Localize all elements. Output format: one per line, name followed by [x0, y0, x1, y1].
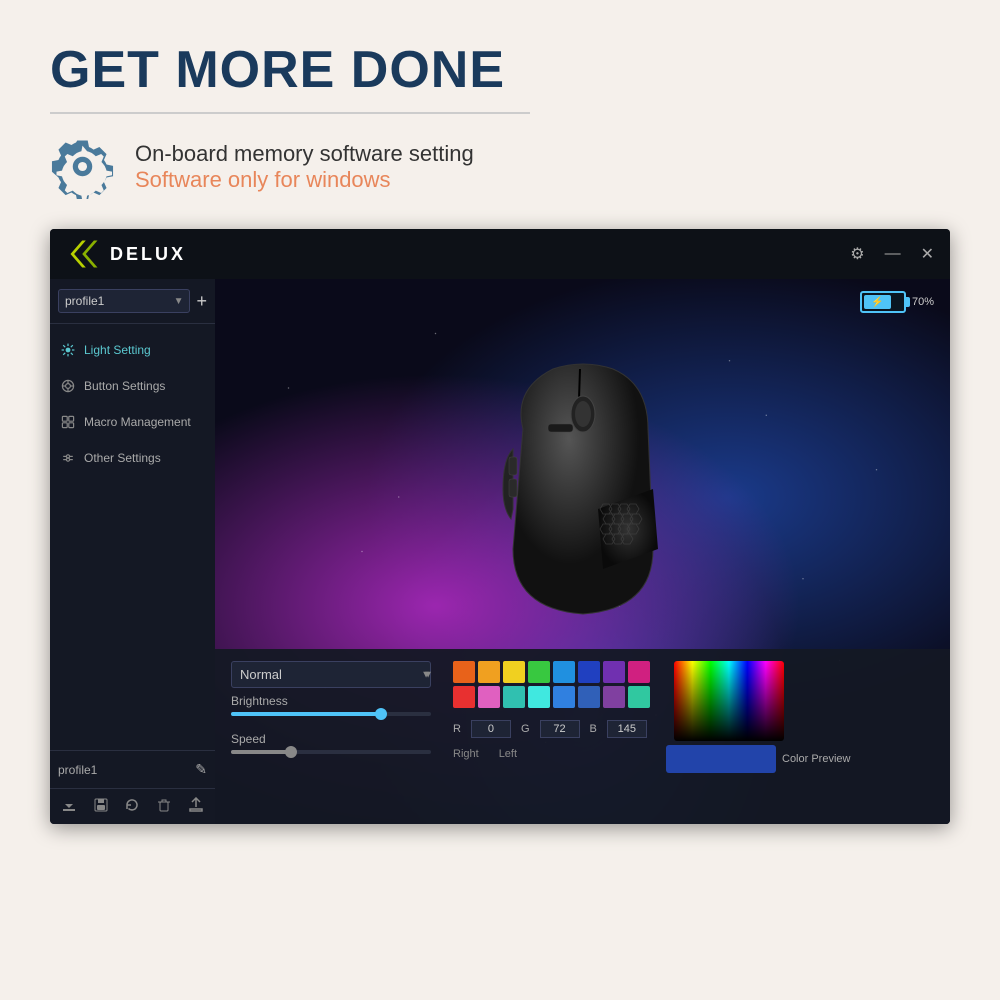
color-swatch-6[interactable]	[603, 661, 625, 683]
logo-text: DELUX	[110, 244, 186, 265]
color-preview-label: Color Preview	[782, 753, 850, 765]
close-button[interactable]: ✕	[921, 244, 934, 264]
brightness-fill	[231, 712, 381, 716]
lr-labels: Right Left	[453, 748, 650, 760]
mouse-svg	[493, 349, 673, 629]
color-swatch-13[interactable]	[578, 686, 600, 708]
sidebar-menu: Light Setting Button Settings	[50, 324, 215, 750]
battery-indicator: ⚡ 70%	[860, 291, 934, 313]
color-picker[interactable]	[674, 661, 784, 741]
sidebar-profile-name: profile1	[58, 763, 189, 777]
settings-button[interactable]: ⚙	[850, 244, 864, 264]
color-swatch-5[interactable]	[578, 661, 600, 683]
sidebar-item-button[interactable]: Button Settings	[50, 368, 215, 404]
panel-main-row: Normal Breathing Rainbow Static Off ▼ Br…	[231, 661, 934, 773]
sidebar-label-button: Button Settings	[84, 379, 165, 393]
sidebar-item-light[interactable]: Light Setting	[50, 332, 215, 368]
b-input[interactable]	[607, 720, 647, 738]
color-swatch-3[interactable]	[528, 661, 550, 683]
brightness-control: Brightness	[231, 694, 441, 726]
profile-selector: profile1 ▼ +	[50, 279, 215, 324]
button-icon	[60, 378, 76, 394]
color-swatch-0[interactable]	[453, 661, 475, 683]
speed-label: Speed	[231, 732, 441, 746]
color-swatch-4[interactable]	[553, 661, 575, 683]
speed-track[interactable]	[231, 750, 431, 754]
feature-row: On-board memory software setting Softwar…	[50, 134, 950, 199]
rgb-inputs: R G B	[453, 720, 650, 738]
toolbar-btn-export[interactable]	[188, 797, 204, 816]
window-controls: ⚙ — ✕	[850, 244, 934, 264]
profile-add-button[interactable]: +	[196, 291, 207, 312]
window-header: DELUX ⚙ — ✕	[50, 229, 950, 279]
brightness-label: Brightness	[231, 694, 441, 708]
color-swatch-12[interactable]	[553, 686, 575, 708]
mode-select[interactable]: Normal Breathing Rainbow Static Off	[231, 661, 431, 688]
color-swatch-14[interactable]	[603, 686, 625, 708]
feature-main-text: On-board memory software setting	[135, 141, 474, 167]
r-label: R	[453, 723, 461, 735]
brightness-track[interactable]	[231, 712, 431, 716]
delux-logo-icon	[66, 236, 102, 272]
brightness-thumb[interactable]	[375, 708, 387, 720]
color-swatch-15[interactable]	[628, 686, 650, 708]
right-label: Right	[453, 748, 479, 760]
speed-thumb[interactable]	[285, 746, 297, 758]
r-input[interactable]	[471, 720, 511, 738]
other-icon	[60, 450, 76, 466]
top-section: GET MORE DONE On-board memory software s…	[0, 0, 1000, 219]
color-swatch-8[interactable]	[453, 686, 475, 708]
window-body: profile1 ▼ +	[50, 279, 950, 824]
color-picker-section: Color Preview	[666, 661, 850, 773]
speed-fill	[231, 750, 291, 754]
mode-dropdown-container: Normal Breathing Rainbow Static Off ▼	[231, 661, 441, 688]
light-icon	[60, 342, 76, 358]
speed-control: Speed	[231, 732, 441, 764]
b-label: B	[590, 723, 597, 735]
color-preview-row: Color Preview	[666, 745, 850, 773]
color-swatch-11[interactable]	[528, 686, 550, 708]
sidebar-item-other[interactable]: Other Settings	[50, 440, 215, 476]
sidebar-label-macro: Macro Management	[84, 415, 191, 429]
mouse-display	[453, 319, 713, 659]
edit-icon[interactable]: ✎	[195, 761, 207, 778]
color-swatch-2[interactable]	[503, 661, 525, 683]
minimize-button[interactable]: —	[885, 245, 901, 263]
color-swatch-9[interactable]	[478, 686, 500, 708]
main-content: ⚡ 70%	[215, 279, 950, 824]
left-label: Left	[499, 748, 517, 760]
sidebar: profile1 ▼ +	[50, 279, 215, 824]
logo-area: DELUX	[66, 236, 186, 272]
color-section: R G B Right Left	[453, 661, 650, 760]
color-grid	[453, 661, 650, 708]
sidebar-item-macro[interactable]: Macro Management	[50, 404, 215, 440]
battery-percent: 70%	[912, 296, 934, 308]
color-preview-box	[666, 745, 776, 773]
battery-icon: ⚡	[860, 291, 906, 313]
g-label: G	[521, 723, 530, 735]
toolbar-btn-save[interactable]	[93, 797, 109, 816]
g-input[interactable]	[540, 720, 580, 738]
gear-icon-large	[50, 134, 115, 199]
divider	[50, 112, 530, 114]
toolbar-btn-reset[interactable]	[124, 797, 140, 816]
bottom-panel: Normal Breathing Rainbow Static Off ▼ Br…	[215, 649, 950, 824]
color-swatch-7[interactable]	[628, 661, 650, 683]
feature-sub-text: Software only for windows	[135, 167, 474, 193]
software-window: DELUX ⚙ — ✕ profile1 ▼ +	[50, 229, 950, 824]
sidebar-label-light: Light Setting	[84, 343, 151, 357]
feature-text-block: On-board memory software setting Softwar…	[135, 141, 474, 193]
sidebar-toolbar	[50, 788, 215, 824]
macro-icon	[60, 414, 76, 430]
toolbar-btn-delete[interactable]	[156, 797, 172, 816]
battery-fill: ⚡	[864, 295, 891, 309]
profile-name-display: profile1	[65, 294, 104, 308]
color-swatch-1[interactable]	[478, 661, 500, 683]
page-title: GET MORE DONE	[50, 40, 950, 100]
panel-controls: Normal Breathing Rainbow Static Off ▼ Br…	[231, 661, 441, 764]
toolbar-btn-import[interactable]	[61, 797, 77, 816]
color-swatch-10[interactable]	[503, 686, 525, 708]
sidebar-bottom: profile1 ✎	[50, 750, 215, 788]
sidebar-label-other: Other Settings	[84, 451, 161, 465]
